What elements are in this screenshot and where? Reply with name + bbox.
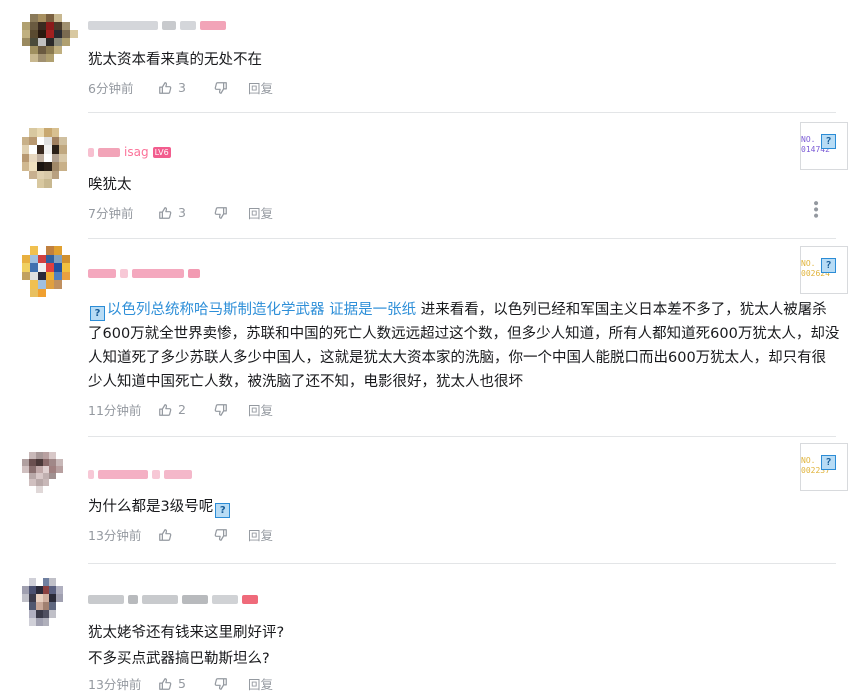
username[interactable]: isag LV6: [88, 145, 171, 159]
badge-prefix: NO.: [801, 259, 816, 268]
fan-badge: NO. 002624 ?: [800, 246, 848, 294]
question-box-icon: ?: [821, 455, 836, 470]
divider: [88, 436, 836, 437]
question-box-icon: ?: [215, 503, 231, 518]
thumbs-up-icon: [159, 403, 172, 416]
username[interactable]: [88, 19, 226, 31]
username-text[interactable]: isag: [124, 145, 149, 159]
comment-meta: 13分钟前 回复: [88, 525, 273, 544]
thumbs-up-icon: [159, 677, 172, 690]
reply-button[interactable]: 回复: [248, 525, 273, 544]
like-button[interactable]: 2: [158, 402, 214, 417]
avatar[interactable]: [22, 452, 70, 500]
dislike-button[interactable]: [214, 81, 248, 95]
like-count: 5: [178, 676, 186, 691]
comment-time: 7分钟前: [88, 206, 134, 221]
comment-meta: 6分钟前 3 回复: [88, 78, 273, 97]
more-vertical-icon[interactable]: •••: [807, 199, 823, 218]
comment-text: 犹太资本看来真的无处不在: [88, 52, 262, 68]
divider: [88, 563, 836, 564]
divider: [88, 238, 836, 239]
like-count: 3: [178, 205, 186, 220]
avatar[interactable]: [22, 578, 70, 634]
dislike-button[interactable]: [214, 677, 248, 691]
dislike-button[interactable]: [214, 528, 248, 542]
divider: [88, 112, 836, 113]
like-button[interactable]: 3: [158, 205, 214, 220]
question-box-icon: ?: [90, 306, 105, 321]
comment-meta: 11分钟前 2 回复: [88, 400, 273, 419]
question-box-icon: ?: [821, 258, 836, 273]
comment-text: ? 以色列总统称哈马斯制造化学武器 证据是一张纸 进来看看，以色列已经和军国主义日…: [88, 298, 840, 394]
thumbs-down-icon: [214, 206, 227, 219]
reply-button[interactable]: 回复: [248, 400, 273, 419]
like-button[interactable]: 5: [158, 676, 214, 691]
thumbs-up-icon: [159, 528, 172, 541]
dislike-button[interactable]: [214, 403, 248, 417]
avatar[interactable]: [22, 14, 78, 70]
fan-badge: NO. 014742 ?: [800, 122, 848, 170]
comment-line: 犹太姥爷还有钱来这里刷好评?: [88, 625, 285, 641]
comment-time: 11分钟前: [88, 403, 142, 418]
thumbs-down-icon: [214, 81, 227, 94]
thumbs-up-icon: [159, 206, 172, 219]
username[interactable]: [88, 267, 200, 279]
level-badge: LV6: [152, 146, 171, 158]
username[interactable]: [88, 468, 192, 480]
reply-button[interactable]: 回复: [248, 203, 273, 222]
like-button[interactable]: [158, 528, 214, 542]
badge-prefix: NO.: [801, 456, 816, 465]
avatar[interactable]: [22, 128, 74, 188]
badge-prefix: NO.: [801, 135, 816, 144]
reply-button[interactable]: 回复: [248, 674, 273, 693]
topic-link[interactable]: 以色列总统称哈马斯制造化学武器 证据是一张纸: [107, 302, 416, 318]
like-count: 2: [178, 402, 186, 417]
like-button[interactable]: 3: [158, 80, 214, 95]
comment-body: 为什么都是3级号呢: [88, 499, 214, 515]
thumbs-down-icon: [214, 403, 227, 416]
thumbs-down-icon: [214, 677, 227, 690]
comment-text: 为什么都是3级号呢?: [88, 495, 840, 519]
username[interactable]: [88, 593, 258, 605]
like-count: 3: [178, 80, 186, 95]
fan-badge: NO. 002237 ?: [800, 443, 848, 491]
comment-meta: 13分钟前 5 回复: [88, 674, 273, 693]
thumbs-down-icon: [214, 528, 227, 541]
question-box-icon: ?: [821, 134, 836, 149]
comment-text: 唉犹太: [88, 177, 132, 193]
comment-meta: 7分钟前 3 回复: [88, 203, 273, 222]
avatar[interactable]: [22, 246, 78, 306]
comment-text: 犹太姥爷还有钱来这里刷好评? 不多买点武器搞巴勒斯坦么?: [88, 621, 840, 671]
dislike-button[interactable]: [214, 206, 248, 220]
comment-time: 13分钟前: [88, 677, 142, 692]
comment-time: 13分钟前: [88, 528, 142, 543]
reply-button[interactable]: 回复: [248, 78, 273, 97]
thumbs-up-icon: [159, 81, 172, 94]
comment-time: 6分钟前: [88, 81, 134, 96]
comment-line: 不多买点武器搞巴勒斯坦么?: [88, 651, 270, 667]
